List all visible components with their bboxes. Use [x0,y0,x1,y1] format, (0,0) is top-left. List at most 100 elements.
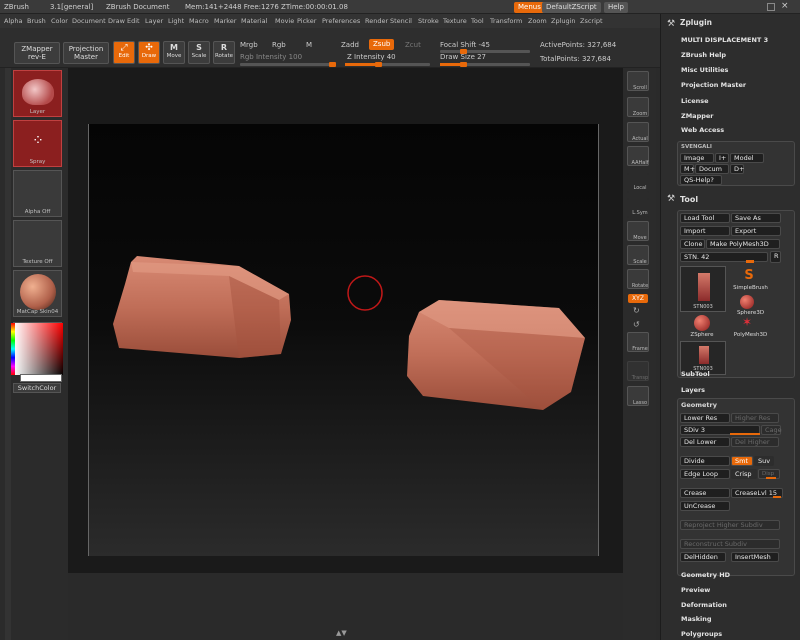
reproject-higher-subdiv-button[interactable]: Reproject Higher Subdiv [680,520,780,530]
zcut-toggle[interactable]: Zcut [405,41,421,49]
geometry-title[interactable]: Geometry [681,401,717,409]
default-zscript-button[interactable]: DefaultZScript [542,2,601,13]
projection-master-button[interactable]: Projection Master [63,42,109,64]
menu-alpha[interactable]: Alpha [4,17,22,25]
polygroups-item[interactable]: Polygroups [681,630,722,638]
menu-stroke[interactable]: Stroke [418,17,439,25]
model-plus-button[interactable]: M+ [680,164,695,174]
lasso-button[interactable]: Lasso [627,386,649,406]
menu-color[interactable]: Color [51,17,68,25]
rotation-axis-2-icon[interactable]: ↺ [633,320,643,330]
menu-edit[interactable]: Edit [127,17,140,25]
rotate-mode-button[interactable]: R Rotate [213,41,235,64]
polymesh3d-icon[interactable]: ✶ [742,315,754,329]
m-toggle[interactable]: M [306,41,312,49]
stroke-slot[interactable]: ⁘ Spray [13,120,62,167]
zsphere-icon[interactable] [694,315,710,331]
aahalf-button[interactable]: AAHalf [627,146,649,166]
export-button[interactable]: Export [731,226,781,236]
menu-material[interactable]: Material [241,17,267,25]
r-button[interactable]: R [770,251,781,263]
hue-strip[interactable] [11,323,15,375]
import-button[interactable]: Import [680,226,730,236]
rotate-view-button[interactable]: Rotate [627,269,649,289]
layers-item[interactable]: Layers [681,386,705,394]
menu-texture[interactable]: Texture [443,17,467,25]
save-as-button[interactable]: Save As [731,213,781,223]
menu-zplugin[interactable]: Zplugin [551,17,576,25]
document-canvas[interactable] [88,124,599,556]
color-picker[interactable] [11,322,63,375]
qs-help-button[interactable]: QS-Help? [680,175,722,185]
del-lower-button[interactable]: Del Lower [680,437,730,447]
menus-button[interactable]: Menus [514,2,545,13]
brick-left[interactable] [113,256,291,358]
web-access-item[interactable]: Web Access [681,126,724,134]
higher-res-button[interactable]: Higher Res [731,413,779,423]
draw-mode-button[interactable]: ✣ Draw [138,41,160,64]
menu-light[interactable]: Light [168,17,184,25]
menu-stencil[interactable]: Stencil [390,17,412,25]
uncrease-button[interactable]: UnCrease [680,501,730,511]
canvas-collapse-arrow-icon[interactable]: ▲▼ [336,629,350,637]
menu-macro[interactable]: Macro [189,17,209,25]
menu-zscript[interactable]: Zscript [580,17,603,25]
scale-view-button[interactable]: Scale [627,245,649,265]
smt-toggle[interactable]: Smt [731,456,753,466]
menu-movie[interactable]: Movie [275,17,294,25]
menu-marker[interactable]: Marker [214,17,236,25]
suv-toggle[interactable]: Suv [754,456,774,466]
delhidden-button[interactable]: DelHidden [680,552,726,562]
window-restore-icon[interactable] [767,3,775,11]
brush-slot[interactable]: Layer [13,70,62,117]
menu-draw[interactable]: Draw [108,17,125,25]
crease-button[interactable]: Crease [680,488,730,498]
rgb-toggle[interactable]: Rgb [272,41,286,49]
move-mode-button[interactable]: M Move [163,41,185,64]
transp-button[interactable]: Transp [627,361,649,381]
crisp-toggle[interactable]: Crisp [731,469,757,479]
reconstruct-subdiv-button[interactable]: Reconstruct Subdiv [680,539,780,549]
zbrush-help-item[interactable]: ZBrush Help [681,51,726,59]
local-button[interactable]: Local [627,173,649,193]
deformation-item[interactable]: Deformation [681,601,727,609]
lower-res-button[interactable]: Lower Res [680,413,730,423]
menu-zoom[interactable]: Zoom [528,17,547,25]
xyz-toggle[interactable]: XYZ [628,294,648,303]
zadd-toggle[interactable]: Zadd [341,41,359,49]
insertmesh-button[interactable]: InsertMesh [731,552,779,562]
subtool-item[interactable]: SubTool [681,370,710,378]
menu-brush[interactable]: Brush [27,17,46,25]
image-button[interactable]: Image [680,153,714,163]
sphere3d-icon[interactable] [740,295,754,309]
edge-loop-button[interactable]: Edge Loop [680,469,730,479]
lsym-button[interactable]: L.Sym [627,198,649,218]
material-slot[interactable]: MatCap Skin04 [13,270,62,317]
tool-title[interactable]: Tool [680,195,800,209]
menu-picker[interactable]: Picker [297,17,316,25]
misc-utilities-item[interactable]: Misc Utilities [681,66,728,74]
alpha-slot[interactable]: Alpha Off [13,170,62,217]
mrgb-toggle[interactable]: Mrgb [240,41,258,49]
geometry-hd-item[interactable]: Geometry HD [681,571,730,579]
rotation-axis-icon[interactable]: ↻ [633,306,643,316]
actual-button[interactable]: Actual [627,122,649,142]
document-plus-button[interactable]: D+ [730,164,744,174]
model-button[interactable]: Model [730,153,764,163]
clone-button[interactable]: Clone [680,239,705,249]
masking-item[interactable]: Masking [681,615,712,623]
tool-slider-knob[interactable] [746,260,754,263]
scroll-button[interactable]: Scroll [627,71,649,91]
zmapper-item[interactable]: ZMapper [681,112,714,120]
draw-size-slider[interactable] [440,62,530,67]
multi-displacement-item[interactable]: MULTI DISPLACEMENT 3 [681,36,768,44]
zsub-toggle[interactable]: Zsub [369,39,395,50]
document-button[interactable]: Docum [695,164,729,174]
window-close-icon[interactable]: × [781,2,791,12]
menu-document[interactable]: Document [72,17,106,25]
secondary-color-swatch[interactable] [20,374,62,382]
texture-slot[interactable]: Texture Off [13,220,62,267]
load-tool-button[interactable]: Load Tool [680,213,730,223]
menu-tool[interactable]: Tool [471,17,484,25]
del-higher-button[interactable]: Del Higher [731,437,779,447]
